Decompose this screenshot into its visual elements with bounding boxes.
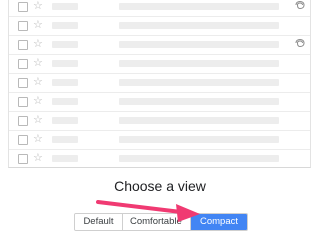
default-view-button[interactable]: Default	[75, 214, 123, 230]
sender-placeholder	[52, 3, 78, 10]
row-checkbox[interactable]	[18, 116, 28, 126]
view-picker-title: Choose a view	[114, 178, 206, 194]
subject-placeholder	[119, 155, 279, 162]
view-options: Default Comfortable Compact	[74, 213, 248, 231]
sender-placeholder	[52, 136, 78, 143]
star-icon[interactable]: ☆	[33, 19, 43, 32]
email-row[interactable]: ☆	[9, 16, 310, 35]
star-icon[interactable]: ☆	[33, 114, 43, 127]
stage: ☆ ☆ ☆ ☆ ☆ ☆ ☆ ☆ ☆ Choose a view Default …	[0, 0, 320, 240]
email-row[interactable]: ☆	[9, 35, 310, 54]
email-row[interactable]: ☆	[9, 130, 310, 149]
star-icon[interactable]: ☆	[33, 133, 43, 146]
row-checkbox[interactable]	[18, 2, 28, 12]
star-icon[interactable]: ☆	[33, 0, 43, 13]
star-icon[interactable]: ☆	[33, 152, 43, 165]
sender-placeholder	[52, 117, 78, 124]
subject-placeholder	[119, 3, 279, 10]
subject-placeholder	[119, 41, 279, 48]
sender-placeholder	[52, 60, 78, 67]
sender-placeholder	[52, 155, 78, 162]
row-checkbox[interactable]	[18, 40, 28, 50]
star-icon[interactable]: ☆	[33, 76, 43, 89]
comfortable-view-button[interactable]: Comfortable	[123, 214, 191, 230]
row-checkbox[interactable]	[18, 21, 28, 31]
inbox-preview: ☆ ☆ ☆ ☆ ☆ ☆ ☆ ☆ ☆	[8, 0, 311, 168]
sender-placeholder	[52, 41, 78, 48]
email-row[interactable]: ☆	[9, 54, 310, 73]
row-checkbox[interactable]	[18, 97, 28, 107]
subject-placeholder	[119, 60, 279, 67]
sender-placeholder	[52, 79, 78, 86]
row-checkbox[interactable]	[18, 135, 28, 145]
star-icon[interactable]: ☆	[33, 95, 43, 108]
compact-view-button[interactable]: Compact	[191, 214, 247, 230]
row-checkbox[interactable]	[18, 154, 28, 164]
subject-placeholder	[119, 98, 279, 105]
row-checkbox[interactable]	[18, 59, 28, 69]
row-checkbox[interactable]	[18, 78, 28, 88]
star-icon[interactable]: ☆	[33, 57, 43, 70]
subject-placeholder	[119, 136, 279, 143]
email-row[interactable]: ☆	[9, 111, 310, 130]
sender-placeholder	[52, 22, 78, 29]
attachment-icon	[295, 38, 305, 48]
email-row[interactable]: ☆	[9, 0, 310, 16]
subject-placeholder	[119, 79, 279, 86]
email-row[interactable]: ☆	[9, 92, 310, 111]
star-icon[interactable]: ☆	[33, 38, 43, 51]
attachment-icon	[295, 0, 305, 10]
email-row[interactable]: ☆	[9, 73, 310, 92]
sender-placeholder	[52, 98, 78, 105]
subject-placeholder	[119, 22, 279, 29]
subject-placeholder	[119, 117, 279, 124]
email-row[interactable]: ☆	[9, 149, 310, 167]
